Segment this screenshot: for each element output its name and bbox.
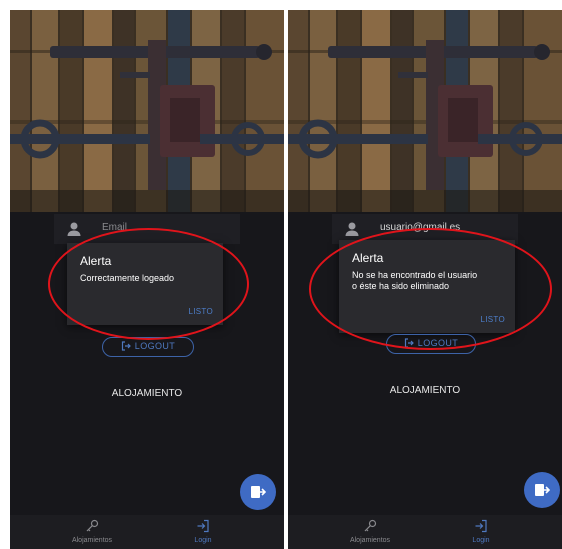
login-icon: [475, 519, 487, 533]
alojamiento-heading: ALOJAMIENTO: [111, 388, 183, 399]
login-fab[interactable]: [240, 474, 276, 510]
login-icon: [197, 519, 209, 533]
logout-button[interactable]: LOGOUT: [102, 337, 194, 357]
annotation-ellipse-right: [309, 228, 552, 350]
logout-label: LOGOUT: [134, 341, 176, 351]
nav-label-alojamientos: Alojamientos: [349, 537, 391, 544]
bottom-navigation: Alojamientos Login: [10, 515, 284, 549]
nav-label-login: Login: [472, 537, 490, 544]
nav-tab-login[interactable]: Login: [436, 519, 526, 544]
hero-image-door-lock: [10, 10, 284, 212]
person-icon: [67, 222, 81, 236]
login-fab[interactable]: [524, 472, 560, 508]
bottom-navigation: Alojamientos Login: [288, 515, 562, 549]
hero-image-door-lock: [288, 10, 562, 212]
nav-label-login: Login: [194, 537, 212, 544]
nav-label-alojamientos: Alojamientos: [71, 537, 113, 544]
logout-icon: [121, 341, 131, 351]
login-icon: [251, 486, 266, 498]
nav-tab-login[interactable]: Login: [158, 519, 248, 544]
key-icon: [86, 519, 99, 532]
login-icon: [535, 484, 550, 496]
annotation-ellipse-left: [48, 228, 249, 340]
nav-tab-alojamientos[interactable]: Alojamientos: [47, 519, 137, 544]
person-icon: [345, 222, 359, 236]
alojamiento-heading: ALOJAMIENTO: [389, 385, 461, 396]
nav-tab-alojamientos[interactable]: Alojamientos: [325, 519, 415, 544]
key-icon: [364, 519, 377, 532]
